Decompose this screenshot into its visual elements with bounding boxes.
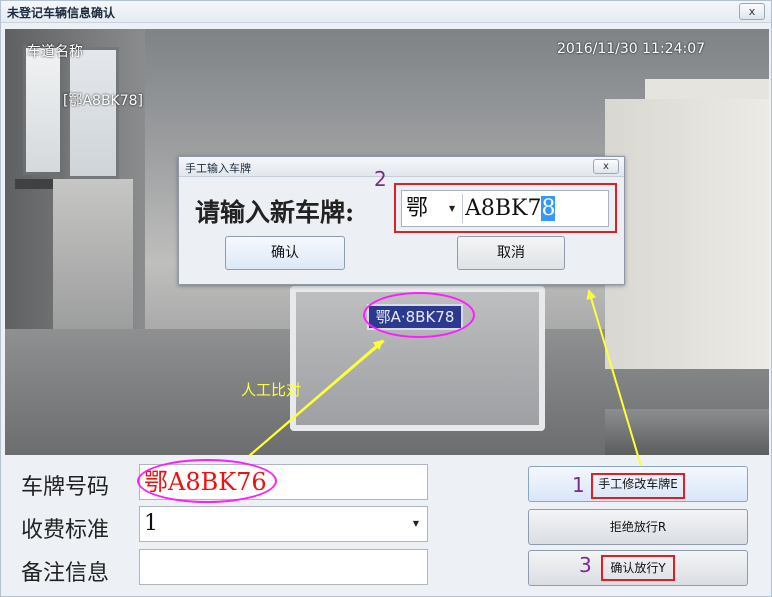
- camera-background-box: [53, 179, 133, 329]
- window-title: 未登记车辆信息确认: [7, 6, 116, 20]
- window-titlebar: 未登记车辆信息确认 x: [1, 1, 771, 23]
- fee-standard-label: 收费标准: [21, 518, 110, 543]
- remarks-label: 备注信息: [21, 561, 110, 586]
- dialog-title: 手工输入车牌: [185, 162, 251, 175]
- plate-highlight-ellipse: [363, 292, 475, 338]
- fee-standard-value: 1: [144, 511, 158, 536]
- camera-background-paper: [605, 99, 769, 369]
- remarks-input[interactable]: [139, 549, 428, 585]
- fee-standard-select[interactable]: 1 ▼: [139, 506, 428, 542]
- dialog-titlebar: 手工输入车牌 x: [179, 157, 624, 177]
- unregistered-vehicle-window: 未登记车辆信息确认 x 车道名称 2016/11/30 11:24:07 [鄂A…: [0, 0, 772, 597]
- manual-compare-annotation: 人工比对: [241, 381, 302, 399]
- camera-background-cable: [605, 409, 769, 455]
- plate-number-label: 车牌号码: [21, 475, 110, 500]
- plate-field-highlight-ellipse: [137, 459, 277, 503]
- reject-release-button[interactable]: 拒绝放行R: [528, 509, 748, 545]
- lane-name-label: 车道名称: [27, 44, 83, 60]
- chevron-down-icon: ▼: [412, 519, 419, 528]
- step-number-1: 1: [572, 473, 585, 497]
- confirm-button-highlight-box: [601, 555, 675, 581]
- dialog-confirm-button[interactable]: 确认: [225, 236, 345, 270]
- dialog-close-button[interactable]: x: [593, 159, 619, 174]
- close-icon: x: [603, 161, 609, 172]
- step-number-2: 2: [374, 167, 387, 191]
- step-number-3: 3: [579, 553, 592, 577]
- dialog-input-highlight-box: [394, 183, 617, 233]
- camera-background-window: [23, 45, 63, 175]
- close-icon: x: [748, 5, 756, 18]
- window-close-button[interactable]: x: [739, 3, 765, 20]
- recognized-plate-overlay: [鄂A8BK78]: [63, 93, 144, 109]
- dialog-cancel-button[interactable]: 取消: [457, 236, 565, 270]
- edit-button-highlight-box: [591, 473, 685, 499]
- camera-background-window: [67, 47, 119, 179]
- camera-timestamp: 2016/11/30 11:24:07: [557, 41, 706, 57]
- dialog-prompt: 请输入新车牌:: [195, 198, 355, 227]
